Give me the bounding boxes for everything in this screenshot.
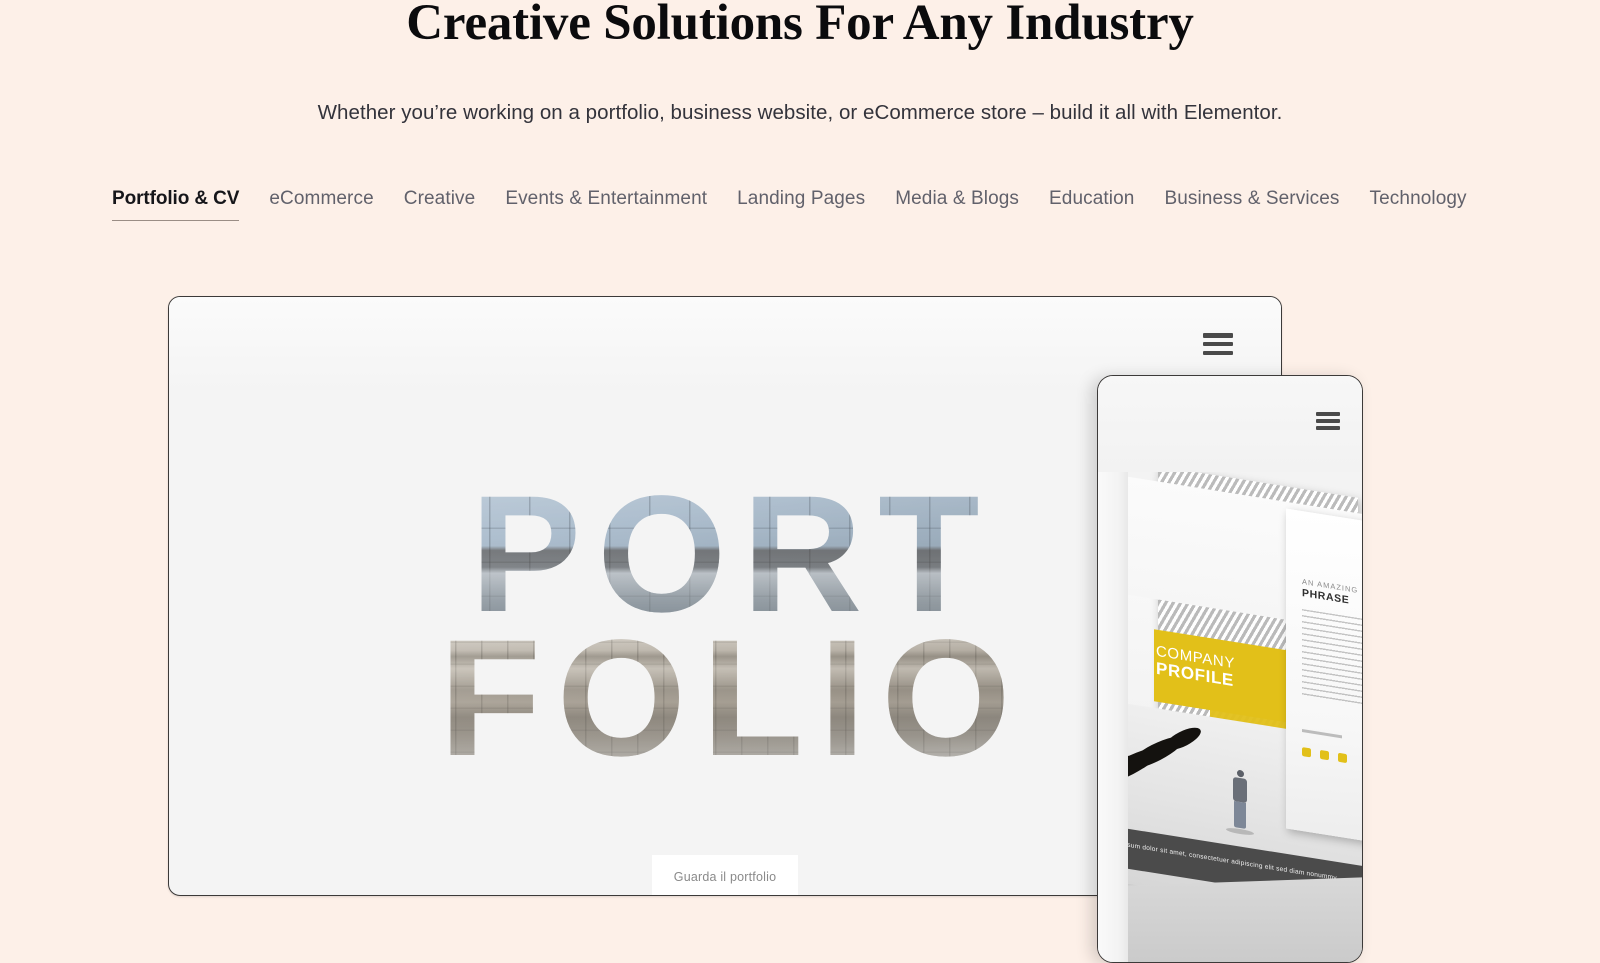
tab-media-blogs[interactable]: Media & Blogs (880, 186, 1034, 221)
brochure-inner-page: AN AMAZING PHRASE (1286, 508, 1362, 848)
tab-education[interactable]: Education (1034, 186, 1149, 221)
hamburger-icon[interactable] (1203, 333, 1233, 355)
hamburger-bar (1316, 412, 1340, 416)
brush-stroke (1161, 723, 1205, 755)
tab-ecommerce[interactable]: eCommerce (254, 186, 388, 221)
guarda-il-portfolio-button[interactable]: Guarda il portfolio (652, 855, 798, 895)
page-title: Creative Solutions For Any Industry (406, 0, 1194, 51)
brochure-left-wall (1098, 472, 1128, 962)
category-tabs: Portfolio & CV eCommerce Creative Events… (112, 186, 1482, 221)
tab-business-services[interactable]: Business & Services (1149, 186, 1354, 221)
hamburger-bar (1316, 426, 1340, 430)
inner-page-sublabel (1302, 729, 1342, 739)
brochure-icon (1302, 747, 1311, 758)
inner-page-paragraph-lines (1302, 609, 1362, 708)
hamburger-bar (1203, 341, 1233, 347)
brochure-icon (1338, 752, 1347, 764)
hamburger-bar (1316, 419, 1340, 423)
hamburger-bar (1203, 333, 1233, 338)
hamburger-bar (1203, 350, 1233, 355)
brochure-surface (1098, 877, 1362, 962)
hamburger-icon[interactable] (1316, 412, 1340, 430)
tab-technology[interactable]: Technology (1355, 186, 1482, 221)
page-root: Creative Solutions For Any Industry Whet… (0, 0, 1600, 963)
tab-events-entertainment[interactable]: Events & Entertainment (490, 186, 722, 221)
brochure-photo: BRAND studio COMPANY PROFILE (1098, 472, 1362, 962)
inner-page-icon-row (1302, 747, 1347, 764)
tab-creative[interactable]: Creative (389, 186, 491, 221)
tab-portfolio-cv[interactable]: Portfolio & CV (112, 186, 254, 221)
person-head (1236, 769, 1244, 778)
page-subtitle: Whether you’re working on a portfolio, b… (317, 101, 1283, 124)
brochure-icon (1320, 749, 1329, 761)
brochure-person-figure (1226, 768, 1254, 837)
tab-landing-pages[interactable]: Landing Pages (722, 186, 880, 221)
person-torso (1233, 776, 1247, 804)
hero-header: Creative Solutions For Any Industry Whet… (0, 0, 1600, 128)
person-legs (1234, 801, 1246, 829)
mobile-preview-frame[interactable]: BRAND studio COMPANY PROFILE (1097, 375, 1363, 963)
